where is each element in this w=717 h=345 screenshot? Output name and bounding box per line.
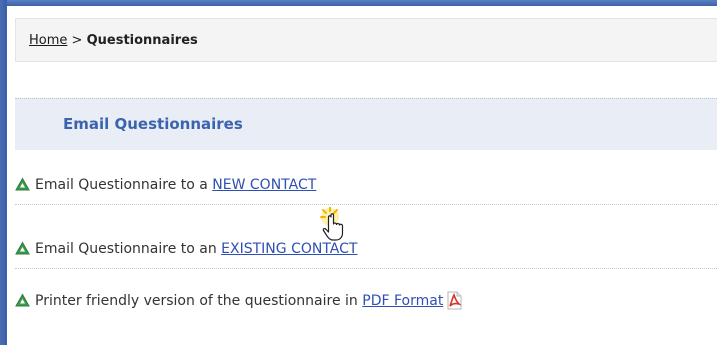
breadcrumb-current: Questionnaires [86, 33, 198, 48]
new-contact-link[interactable]: NEW CONTACT [212, 177, 316, 193]
hand-cursor-icon [320, 207, 344, 241]
section-title: Email Questionnaires [63, 115, 243, 133]
list-item-existing-contact: Email Questionnaire to an EXISTING CONTA… [15, 229, 717, 269]
section-header: Email Questionnaires [15, 98, 717, 150]
pdf-icon[interactable] [446, 291, 462, 310]
green-triangle-icon [15, 241, 30, 256]
window-top-border [0, 0, 717, 6]
breadcrumb: Home > Questionnaires [15, 18, 717, 62]
green-triangle-icon [15, 177, 30, 192]
page-content: Home > Questionnaires Email Questionnair… [15, 18, 717, 345]
list-item-text: Email Questionnaire to an [35, 240, 222, 257]
list-item-text: Printer friendly version of the question… [35, 292, 363, 309]
breadcrumb-home-link[interactable]: Home [29, 33, 67, 48]
list-item-new-contact: Email Questionnaire to a NEW CONTACT [15, 165, 717, 205]
list-item-text: Email Questionnaire to a [35, 176, 213, 193]
green-triangle-icon [15, 293, 30, 308]
window-left-border [0, 0, 7, 345]
pdf-format-link[interactable]: PDF Format [362, 293, 443, 309]
breadcrumb-separator: > [71, 33, 83, 48]
list-item-pdf-format: Printer friendly version of the question… [15, 281, 717, 320]
